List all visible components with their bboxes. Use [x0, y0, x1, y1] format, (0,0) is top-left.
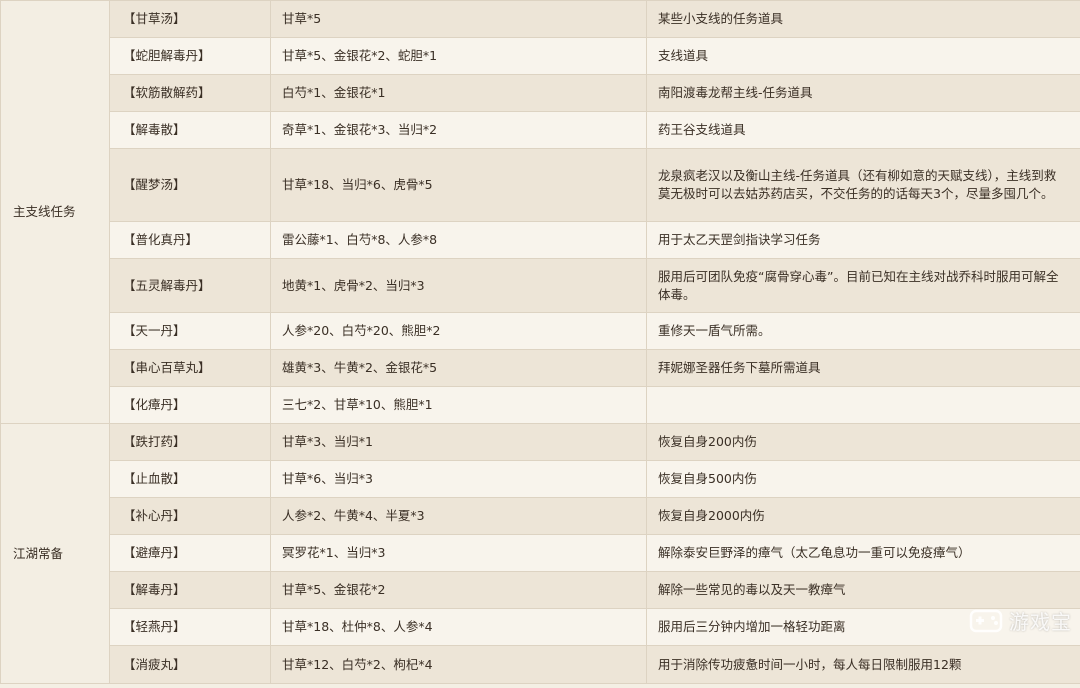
description-cell: 支线道具 [646, 37, 1080, 75]
description-cell: 解除泰安巨野泽的瘴气（太乙龟息功一重可以免疫瘴气） [646, 534, 1080, 572]
description-cell: 解除一些常见的毒以及天一教瘴气 [646, 571, 1080, 609]
table-row: 【止血散】 甘草*6、当归*3 恢复自身500内伤 [1, 460, 1080, 498]
item-name-cell: 【串心百草丸】 [109, 349, 271, 387]
recipe-table: 主支线任务 【甘草汤】 甘草*5 某些小支线的任务道具 【蛇胆解毒丹】 甘草*5、金银花*… [0, 0, 1080, 684]
item-name-cell: 【止血散】 [109, 460, 271, 498]
table-row: 【天一丹】 人参*20、白芍*20、熊胆*2 重修天一盾气所需。 [1, 312, 1080, 350]
item-name-cell: 【甘草汤】 [109, 0, 271, 38]
table-row: 主支线任务 【甘草汤】 甘草*5 某些小支线的任务道具 [0, 0, 1080, 424]
recipe-cell: 人参*2、牛黄*4、半夏*3 [270, 497, 647, 535]
description-cell: 拜妮娜圣器任务下墓所需道具 [646, 349, 1080, 387]
watermark-text: 游戏宝 [1009, 610, 1072, 634]
table-row: 【普化真丹】 雷公藤*1、白芍*8、人参*8 用于太乙天罡剑指诀学习任务 [1, 221, 1080, 259]
item-name-cell: 【跌打药】 [109, 423, 271, 461]
table-row: 【补心丹】 人参*2、牛黄*4、半夏*3 恢复自身2000内伤 [1, 497, 1080, 535]
table-row: 【轻燕丹】 甘草*18、杜仲*8、人参*4 服用后三分钟内增加一格轻功距离 [1, 608, 1080, 646]
recipe-cell: 地黄*1、虎骨*2、当归*3 [270, 258, 647, 313]
description-cell: 恢复自身500内伤 [646, 460, 1080, 498]
recipe-cell: 奇草*1、金银花*3、当归*2 [270, 111, 647, 149]
description-cell: 服用后可团队免疫“腐骨穿心毒”。目前已知在主线对战乔科时服用可解全体毒。 [646, 258, 1080, 313]
recipe-table-body: 主支线任务 【甘草汤】 甘草*5 某些小支线的任务道具 【蛇胆解毒丹】 甘草*5、金银花*… [0, 0, 1080, 684]
item-name-cell: 【避瘴丹】 [109, 534, 271, 572]
recipe-cell: 雄黄*3、牛黄*2、金银花*5 [270, 349, 647, 387]
recipe-cell: 甘草*3、当归*1 [270, 423, 647, 461]
recipe-cell: 白芍*1、金银花*1 [270, 74, 647, 112]
watermark: 游戏宝 [969, 606, 1072, 635]
table-row: 【消疲丸】 甘草*12、白芍*2、枸杞*4 用于消除传功疲惫时间一小时，每人每日限制… [1, 645, 1080, 684]
item-name-cell: 【补心丹】 [109, 497, 271, 535]
recipe-cell: 甘草*18、杜仲*8、人参*4 [270, 608, 647, 646]
recipe-cell: 甘草*5、金银花*2、蛇胆*1 [270, 37, 647, 75]
item-name-cell: 【天一丹】 [109, 312, 271, 350]
description-cell: 重修天一盾气所需。 [646, 312, 1080, 350]
table-row: 江湖常备 【跌打药】 甘草*3、当归*1 恢复自身200内伤 [0, 423, 1080, 684]
table-row: 【五灵解毒丹】 地黄*1、虎骨*2、当归*3 服用后可团队免疫“腐骨穿心毒”。目前已… [1, 258, 1080, 313]
recipe-cell: 甘草*5、金银花*2 [270, 571, 647, 609]
table-row: 【醒梦汤】 甘草*18、当归*6、虎骨*5 龙泉疯老汉以及衡山主线-任务道具（还有柳… [1, 148, 1080, 222]
recipe-cell: 甘草*6、当归*3 [270, 460, 647, 498]
description-cell: 用于消除传功疲惫时间一小时，每人每日限制服用12颗 [646, 645, 1080, 684]
item-name-cell: 【轻燕丹】 [109, 608, 271, 646]
recipe-cell: 雷公藤*1、白芍*8、人参*8 [270, 221, 647, 259]
item-name-cell: 【化瘴丹】 [109, 386, 271, 424]
item-name-cell: 【蛇胆解毒丹】 [109, 37, 271, 75]
description-cell: 恢复自身200内伤 [646, 423, 1080, 461]
item-name-cell: 【五灵解毒丹】 [109, 258, 271, 313]
description-cell: 用于太乙天罡剑指诀学习任务 [646, 221, 1080, 259]
table-row: 【解毒散】 奇草*1、金银花*3、当归*2 药王谷支线道具 [1, 111, 1080, 149]
item-name-cell: 【软筋散解药】 [109, 74, 271, 112]
gamepad-icon [969, 609, 1003, 632]
item-name-cell: 【解毒散】 [109, 111, 271, 149]
item-name-cell: 【消疲丸】 [109, 645, 271, 684]
recipe-cell: 冥罗花*1、当归*3 [270, 534, 647, 572]
description-cell: 龙泉疯老汉以及衡山主线-任务道具（还有柳如意的天赋支线），主线到救莫无极时可以去… [646, 148, 1080, 222]
description-cell: 药王谷支线道具 [646, 111, 1080, 149]
recipe-cell: 人参*20、白芍*20、熊胆*2 [270, 312, 647, 350]
recipe-cell: 三七*2、甘草*10、熊胆*1 [270, 386, 647, 424]
description-cell: 恢复自身2000内伤 [646, 497, 1080, 535]
recipe-cell: 甘草*5 [270, 0, 647, 38]
category-cell: 主支线任务 [0, 0, 110, 424]
description-cell: 南阳渡毒龙帮主线-任务道具 [646, 74, 1080, 112]
category-cell: 江湖常备 [0, 423, 110, 684]
table-row: 【串心百草丸】 雄黄*3、牛黄*2、金银花*5 拜妮娜圣器任务下墓所需道具 [1, 349, 1080, 387]
item-name-cell: 【解毒丹】 [109, 571, 271, 609]
table-row: 【化瘴丹】 三七*2、甘草*10、熊胆*1 [1, 386, 1080, 424]
recipe-cell: 甘草*12、白芍*2、枸杞*4 [270, 645, 647, 684]
item-name-cell: 【醒梦汤】 [109, 148, 271, 222]
table-row: 【软筋散解药】 白芍*1、金银花*1 南阳渡毒龙帮主线-任务道具 [1, 74, 1080, 112]
table-row: 【解毒丹】 甘草*5、金银花*2 解除一些常见的毒以及天一教瘴气 [1, 571, 1080, 609]
description-cell [646, 386, 1080, 424]
recipe-cell: 甘草*18、当归*6、虎骨*5 [270, 148, 647, 222]
table-row: 【蛇胆解毒丹】 甘草*5、金银花*2、蛇胆*1 支线道具 [1, 37, 1080, 75]
table-row: 【避瘴丹】 冥罗花*1、当归*3 解除泰安巨野泽的瘴气（太乙龟息功一重可以免疫瘴气） [1, 534, 1080, 572]
item-name-cell: 【普化真丹】 [109, 221, 271, 259]
description-cell: 某些小支线的任务道具 [646, 0, 1080, 38]
